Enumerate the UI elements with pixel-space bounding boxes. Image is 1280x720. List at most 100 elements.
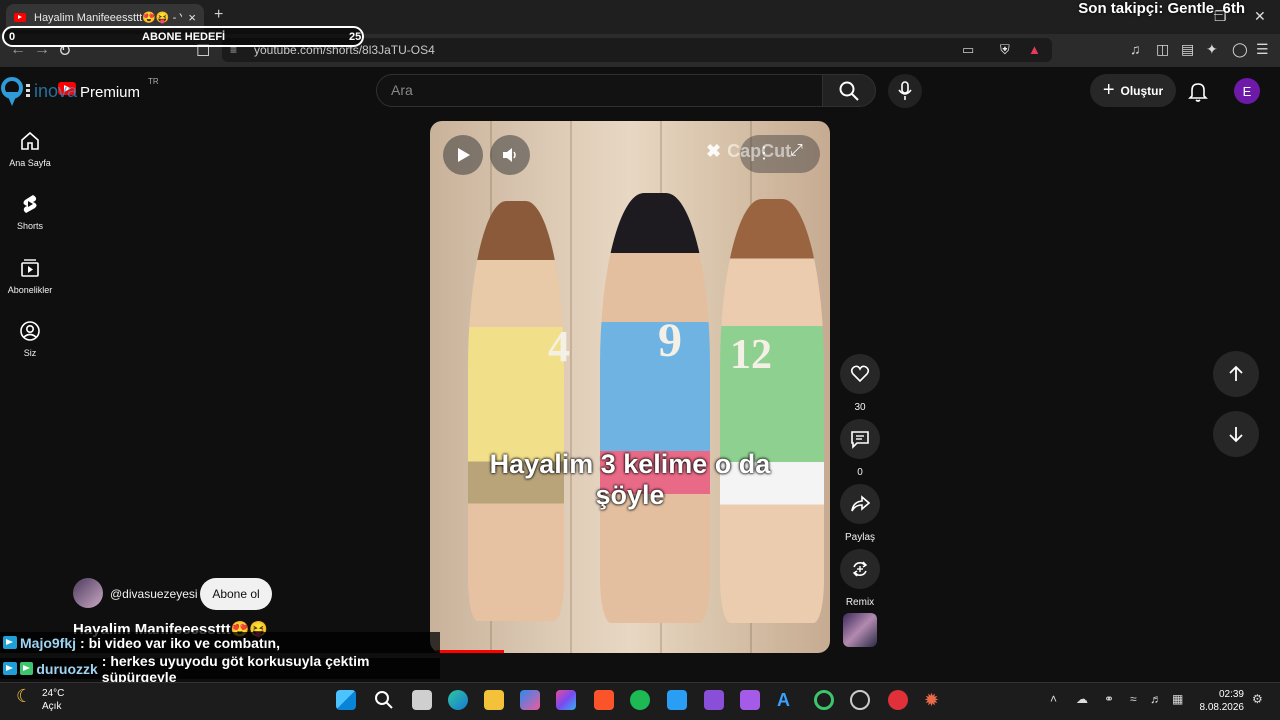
brave-shield-icon[interactable]: ⛨ bbox=[1000, 42, 1010, 58]
sidebar-toggle-icon[interactable]: ◫ bbox=[1156, 41, 1169, 58]
search-button[interactable] bbox=[822, 74, 876, 107]
menu-icon[interactable]: ☰ bbox=[1256, 41, 1269, 58]
start-icon[interactable] bbox=[336, 690, 356, 710]
previous-short-button[interactable] bbox=[1213, 351, 1259, 397]
play-button[interactable] bbox=[443, 135, 483, 175]
sidebar-item-subscriptions[interactable]: Abonelikler bbox=[0, 257, 60, 295]
video-progress-bar[interactable] bbox=[436, 650, 504, 653]
volume-icon bbox=[503, 148, 516, 162]
watermark-text: CapCut bbox=[727, 141, 792, 161]
tab-title: Hayalim Manifeeessttt😍😝 - Y bbox=[34, 11, 183, 24]
mute-button[interactable] bbox=[490, 135, 530, 175]
subscribe-button[interactable]: Abone ol bbox=[200, 578, 272, 610]
fullscreen-icon[interactable]: ⤢ bbox=[790, 142, 803, 160]
chat-text: : bi video var iko ve combatın, bbox=[80, 634, 280, 651]
latest-follower-overlay: Son takipçi: Gentle_6th bbox=[1078, 0, 1245, 17]
remix-icon bbox=[852, 561, 868, 577]
edge-icon[interactable] bbox=[448, 690, 468, 710]
next-short-button[interactable] bbox=[1213, 411, 1259, 457]
spotify-icon[interactable] bbox=[630, 690, 650, 710]
capcut-watermark: ✖ CapCut bbox=[706, 141, 791, 162]
sidebar-item-label: Shorts bbox=[16, 221, 43, 231]
comment-icon bbox=[851, 431, 869, 449]
tab-close-button[interactable]: × bbox=[188, 10, 196, 25]
subscriber-goal-overlay: 0 ABONE HEDEFİ 25 bbox=[2, 26, 364, 47]
wifi-icon[interactable]: ≈ bbox=[1130, 692, 1137, 706]
app-a-icon[interactable]: A bbox=[777, 690, 797, 710]
remix-button[interactable]: Remix bbox=[840, 549, 880, 608]
microsoft365-icon[interactable] bbox=[556, 690, 576, 710]
battery-icon[interactable]: ▦ bbox=[1172, 692, 1183, 706]
like-button[interactable]: 30 bbox=[840, 354, 880, 413]
youtube-logo[interactable]: Premium inova TR bbox=[0, 70, 160, 110]
sidebar-item-label: Siz bbox=[23, 348, 37, 358]
svg-text:inova: inova bbox=[34, 81, 78, 101]
leo-ai-icon[interactable]: ✦ bbox=[1206, 41, 1218, 58]
recorder-icon[interactable] bbox=[888, 690, 908, 710]
visual-studio-icon[interactable] bbox=[704, 690, 724, 710]
music-icon[interactable]: ♫ bbox=[1130, 41, 1141, 57]
wall-plank bbox=[570, 121, 572, 653]
arrow-up-icon bbox=[1229, 365, 1243, 381]
streamer-logo-icon: Premium inova bbox=[1, 77, 140, 106]
jersey-number: 12 bbox=[730, 332, 772, 378]
capcut-icon: ✖ bbox=[706, 141, 722, 161]
file-explorer-icon[interactable] bbox=[484, 690, 504, 710]
create-label: Oluştur bbox=[1120, 83, 1164, 98]
video-caption: Hayalim 3 kelime o da şöyle bbox=[430, 449, 830, 511]
channel-name[interactable]: @divasuezeyesi bbox=[110, 587, 198, 601]
chat-username: duruozzk bbox=[36, 660, 98, 677]
sound-thumbnail[interactable] bbox=[843, 613, 877, 647]
account-avatar[interactable]: E bbox=[1234, 78, 1260, 104]
chat-username: Majo9fkj bbox=[20, 634, 77, 651]
mic-tray-icon[interactable]: ⚭ bbox=[1104, 692, 1114, 706]
shorts-icon bbox=[23, 195, 37, 213]
figure-left bbox=[468, 201, 564, 621]
brave-icon[interactable] bbox=[594, 690, 614, 710]
cast-icon[interactable]: ▭ bbox=[962, 42, 974, 58]
search-taskbar-icon[interactable] bbox=[374, 690, 394, 710]
system-clock[interactable]: 02:39 8.08.2026 bbox=[1196, 688, 1245, 714]
plus-icon: + bbox=[1102, 79, 1115, 101]
clock-date: 8.08.2026 bbox=[1199, 702, 1245, 713]
obs-icon[interactable] bbox=[850, 690, 870, 710]
channel-avatar[interactable] bbox=[73, 578, 103, 608]
kick-badge-icon bbox=[3, 662, 17, 675]
short-video-player[interactable]: 4 9 12 ⋮ ⤢ ✖ CapCut Hayalim 3 kelime o da… bbox=[430, 121, 830, 653]
create-button[interactable]: + Oluştur bbox=[1090, 74, 1176, 107]
speaker-icon[interactable]: ♬ bbox=[1150, 692, 1162, 706]
goal-label: ABONE HEDEFİ bbox=[142, 31, 226, 43]
search-input[interactable]: Ara bbox=[376, 74, 824, 107]
new-tab-button[interactable]: + bbox=[214, 6, 223, 24]
sidebar-item-you[interactable]: Siz bbox=[0, 320, 60, 358]
comments-button[interactable]: 0 bbox=[840, 419, 880, 478]
wallet-icon[interactable]: ▤ bbox=[1181, 41, 1194, 58]
svg-text:Premium: Premium bbox=[80, 84, 140, 101]
store-icon[interactable] bbox=[520, 690, 540, 710]
sidebar-item-shorts[interactable]: Shorts bbox=[0, 193, 60, 231]
sidebar-item-home[interactable]: Ana Sayfa bbox=[0, 130, 60, 168]
kick-badge-icon bbox=[3, 636, 17, 649]
search-icon bbox=[839, 81, 859, 101]
sidebar-item-label: Abonelikler bbox=[7, 285, 53, 295]
caption-line: şöyle bbox=[595, 480, 665, 510]
tray-overflow-icon[interactable]: ˄ bbox=[1050, 692, 1057, 706]
notifications-button[interactable] bbox=[1186, 79, 1210, 108]
voice-search-button[interactable] bbox=[888, 74, 922, 108]
subscriber-badge-icon bbox=[19, 662, 34, 675]
figure-right bbox=[720, 199, 824, 623]
onedrive-icon[interactable]: ☁ bbox=[1076, 692, 1088, 706]
kick-app-icon[interactable] bbox=[814, 690, 834, 710]
vpn-icon[interactable]: ◯ bbox=[1232, 41, 1248, 58]
sparkle-app-icon[interactable]: ✹ bbox=[924, 690, 944, 710]
comment-count: 0 bbox=[857, 467, 863, 478]
share-button[interactable]: Paylaş bbox=[840, 484, 880, 543]
visual-studio-preview-icon[interactable] bbox=[740, 690, 760, 710]
jersey-number: 4 bbox=[548, 322, 570, 371]
task-view-icon[interactable] bbox=[412, 690, 432, 710]
notification-center-icon[interactable]: ⚙ bbox=[1252, 692, 1263, 706]
window-close-button[interactable]: ✕ bbox=[1254, 8, 1266, 25]
chat-text: : herkes uyuyodu göt korkusuyla çektim s… bbox=[101, 652, 370, 685]
brave-rewards-icon[interactable]: ▲ bbox=[1028, 42, 1041, 57]
vscode-icon[interactable] bbox=[667, 690, 687, 710]
